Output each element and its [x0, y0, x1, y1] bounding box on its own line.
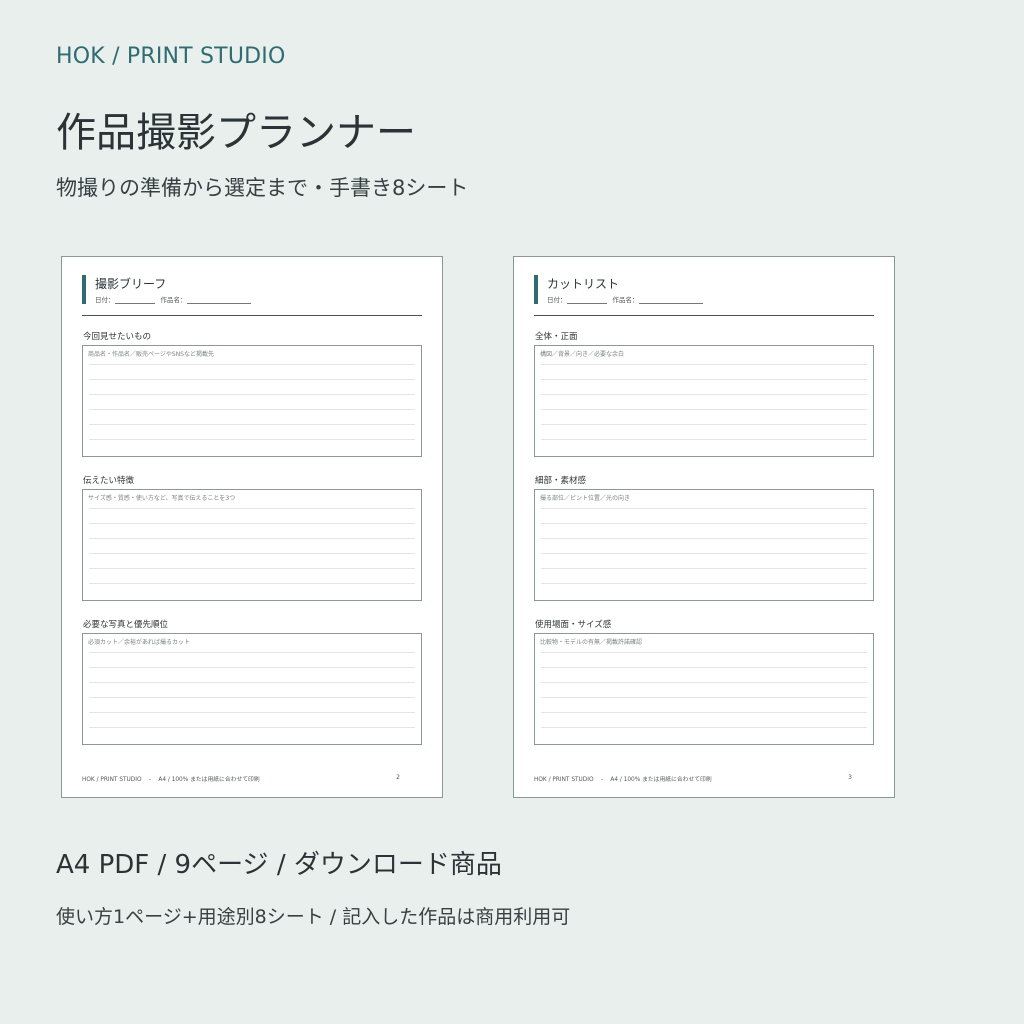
footer-note: A4 / 100% または用紙に合わせて印刷: [158, 777, 260, 783]
writing-box: サイズ感・質感・使い方など、写真で伝えることを3つ: [82, 489, 422, 601]
section-label: 伝えたい特徴: [83, 476, 135, 486]
section-label: 必要な写真と優先順位: [83, 620, 169, 630]
page-number: 2: [396, 774, 400, 781]
footer-brand: HOK / PRINT STUDIO: [534, 777, 594, 783]
box-hint: 比較物・モデルの有無／掲載許諾確認: [540, 639, 643, 646]
work-name-label: 作品名：: [160, 296, 187, 304]
brand-name: HOK / PRINT STUDIO: [56, 44, 286, 69]
page-subtitle: 物撮りの準備から選定まで・手書き8シート: [56, 176, 469, 200]
sheet-meta: 日付： 作品名：: [95, 294, 251, 304]
sheet-title: 撮影ブリーフ: [95, 277, 167, 291]
product-details: 使い方1ページ+用途別8シート / 記入した作品は商用利用可: [56, 906, 571, 928]
date-label: 日付：: [95, 296, 115, 304]
box-hint: 商品名・作品名／販売ページやSNSなど掲載先: [88, 351, 214, 358]
box-hint: 必須カット／余裕があれば撮るカット: [88, 639, 191, 646]
date-blank: [114, 296, 155, 304]
accent-bar: [534, 275, 538, 304]
sheet-title: カットリスト: [547, 277, 620, 291]
page-number: 3: [848, 774, 852, 781]
section-label: 今回見せたいもの: [83, 332, 152, 342]
box-hint: 撮る部位／ピント位置／光の向き: [540, 495, 631, 502]
work-name-blank: [186, 296, 251, 304]
box-hint: サイズ感・質感・使い方など、写真で伝えることを3つ: [88, 495, 236, 502]
writing-box: 比較物・モデルの有無／掲載許諾確認: [534, 633, 874, 745]
section-label: 細部・素材感: [535, 476, 587, 486]
writing-box: 撮る部位／ピント位置／光の向き: [534, 489, 874, 601]
writing-box: 必須カット／余裕があれば撮るカット: [82, 633, 422, 745]
date-blank: [566, 296, 607, 304]
work-name-blank: [638, 296, 703, 304]
sheet-footer: HOK / PRINT STUDIO - A4 / 100% または用紙に合わせ…: [82, 774, 260, 783]
sheet-preview-brief: 撮影ブリーフ 日付： 作品名： 今回見せたいもの 商品名・作品名／販売ページやSN…: [61, 256, 443, 798]
sheet-header: 撮影ブリーフ 日付： 作品名：: [82, 275, 422, 316]
accent-bar: [82, 275, 86, 304]
footer-brand: HOK / PRINT STUDIO: [82, 777, 142, 783]
sheet-meta: 日付： 作品名：: [547, 294, 703, 304]
sheet-footer: HOK / PRINT STUDIO - A4 / 100% または用紙に合わせ…: [534, 774, 712, 783]
writing-box: 構図／背景／向き／必要な余白: [534, 345, 874, 457]
footer-separator: -: [148, 777, 151, 783]
footer-separator: -: [600, 777, 603, 783]
footer-note: A4 / 100% または用紙に合わせて印刷: [610, 777, 712, 783]
section-label: 使用場面・サイズ感: [535, 620, 612, 630]
sheet-header: カットリスト 日付： 作品名：: [534, 275, 874, 316]
product-format: A4 PDF / 9ページ / ダウンロード商品: [56, 850, 502, 880]
section-label: 全体・正面: [535, 332, 578, 342]
writing-box: 商品名・作品名／販売ページやSNSなど掲載先: [82, 345, 422, 457]
page-title: 作品撮影プランナー: [56, 110, 416, 156]
date-label: 日付：: [547, 296, 567, 304]
box-hint: 構図／背景／向き／必要な余白: [540, 351, 625, 358]
sheet-preview-cutlist: カットリスト 日付： 作品名： 全体・正面 構図／背景／向き／必要な余白 細部・素…: [513, 256, 895, 798]
work-name-label: 作品名：: [612, 296, 639, 304]
